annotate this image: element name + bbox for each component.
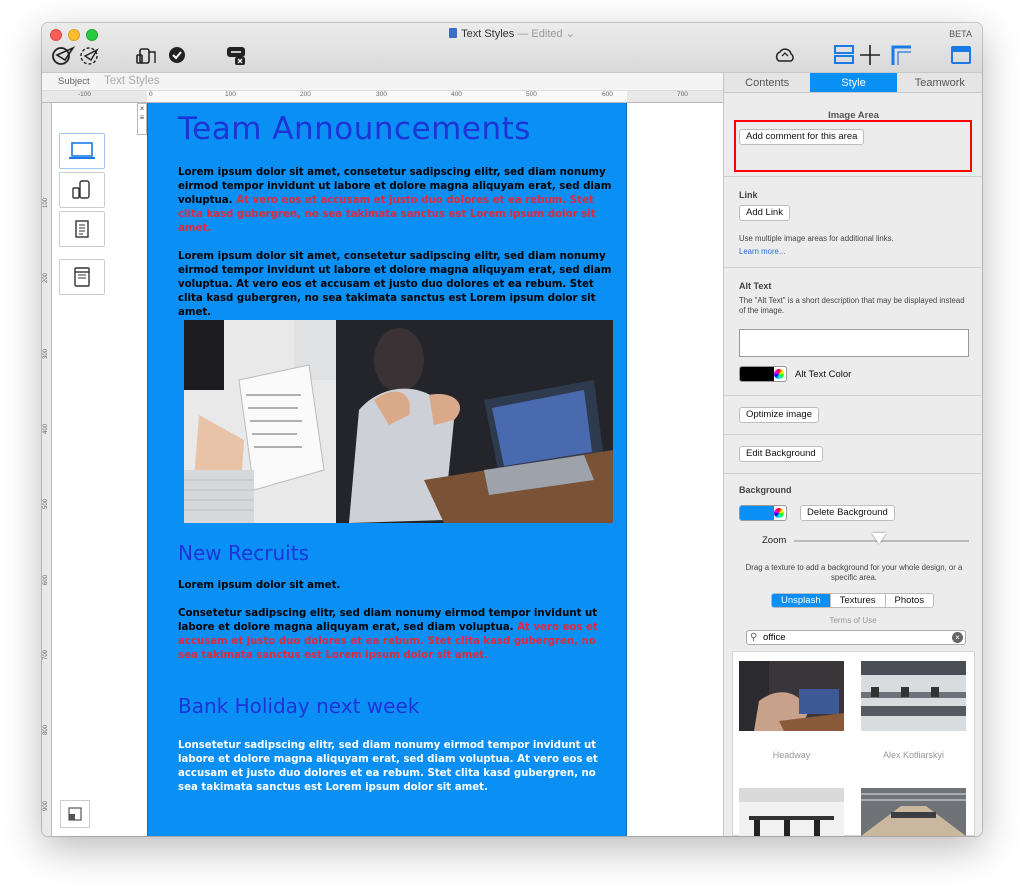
ruler-label: 900 [43,800,49,811]
ruler-label: 500 [526,91,537,98]
alt-text-input[interactable] [739,329,969,357]
ruler-label: 700 [677,91,688,98]
ruler-label: 100 [43,197,49,208]
horizontal-ruler[interactable]: -100 0 100 200 300 400 500 600 700 [42,91,723,103]
search-icon: ⚲ [750,632,758,643]
zoom-slider-thumb[interactable] [872,533,886,544]
color-wheel-icon [774,508,784,518]
ruler-label: 400 [43,423,49,434]
ruler-label: 300 [376,91,387,98]
layout-icon[interactable] [832,43,856,67]
tab-unsplash[interactable]: Unsplash [772,594,831,607]
tab-textures[interactable]: Textures [831,594,886,607]
sidebar-toggle-icon[interactable] [948,43,974,67]
inbox-view-button[interactable] [59,259,105,295]
ruler-label: 700 [43,649,49,660]
gallery-thumbnail[interactable] [739,788,844,836]
beta-badge: BETA [949,29,972,39]
collapse-panel-button[interactable] [60,800,90,828]
recruits-paragraph[interactable]: Consetetur sadipscing elitr, sed diam no… [178,607,618,663]
color-wheel-icon [774,369,784,379]
send-icon[interactable] [50,43,76,67]
window-title: Text Styles — Edited ⌄ [42,27,982,40]
text-view-button[interactable] [59,211,105,247]
tab-style[interactable]: Style [810,73,897,92]
mobile-view-button[interactable] [59,172,105,208]
gallery-thumbnail[interactable] [861,661,966,731]
alt-text-title: Alt Text [739,281,772,291]
photo-credit: Headway [772,750,811,760]
inspector-tabs: Contents Style Teamwork [724,73,982,93]
ruler-label: 100 [225,91,236,98]
preview-icon[interactable] [76,43,102,67]
link-title: Link [739,190,758,200]
tab-photos[interactable]: Photos [886,594,934,607]
gallery-thumbnail[interactable] [739,661,844,731]
recruits-intro[interactable]: Lorem ipsum dolor sit amet. [178,579,618,593]
alt-text-color-label: Alt Text Color [795,369,852,380]
alt-text-description: The "Alt Text" is a short description th… [739,296,965,315]
gallery-thumbnail[interactable] [861,788,966,836]
tab-contents[interactable]: Contents [724,73,810,92]
ruler-label: 800 [43,724,49,735]
link-note: Use multiple image areas for additional … [739,234,894,243]
check-icon[interactable] [166,43,188,67]
office-photo[interactable] [184,320,613,523]
page-heading[interactable]: Team Announcements [178,111,531,147]
cloud-sync-icon[interactable] [772,43,798,67]
highlight-box [734,120,972,172]
spam-check-icon[interactable] [224,43,250,67]
subject-bar: Subject Text Styles [42,73,723,91]
desktop-view-button[interactable] [59,133,105,169]
section-heading-holiday[interactable]: Bank Holiday next week [178,694,419,718]
optimize-image-button[interactable]: Optimize image [739,407,819,423]
source-selector: Unsplash Textures Photos [771,593,935,608]
ruler-label: 200 [43,272,49,283]
vertical-ruler[interactable]: 100 200 300 400 500 600 700 800 900 [42,103,52,836]
document-icon [449,28,458,38]
background-title: Background [739,485,792,495]
second-paragraph[interactable]: Lorem ipsum dolor sit amet, consetetur s… [178,250,618,320]
ruler-label: -100 [78,91,92,98]
titlebar: Text Styles — Edited ⌄ BETA [42,23,982,73]
learn-more-link[interactable]: Learn more... [739,247,785,256]
edit-background-button[interactable]: Edit Background [739,446,823,462]
add-link-button[interactable]: Add Link [739,205,790,221]
ruler-label: 0 [149,91,153,98]
ruler-label: 600 [43,574,49,585]
photo-credit: Alex Kotliarskyi [882,750,945,760]
email-canvas[interactable]: Team Announcements Lorem ipsum dolor sit… [147,103,627,836]
subject-label: Subject [58,76,90,87]
delete-background-button[interactable]: Delete Background [800,505,895,521]
texture-hint: Drag a texture to add a background for y… [745,563,963,582]
background-color-well[interactable] [739,505,787,521]
alt-text-color-well[interactable] [739,366,787,382]
texture-search-input[interactable]: ⚲ office × [746,630,966,645]
tab-teamwork[interactable]: Teamwork [897,73,982,92]
crosshair-icon[interactable] [858,43,882,67]
zoom-label: Zoom [762,535,787,546]
clear-search-icon[interactable]: × [952,632,963,643]
intro-paragraph[interactable]: Lorem ipsum dolor sit amet, consetetur s… [178,166,618,236]
subject-input[interactable]: Text Styles [104,75,160,87]
device-panel [52,103,147,836]
holiday-paragraph[interactable]: Lonsetetur sadipscing elitr, sed diam no… [178,739,618,795]
ruler-label: 600 [602,91,613,98]
block-handle[interactable]: × ≡ [137,103,147,135]
section-heading-recruits[interactable]: New Recruits [178,541,309,565]
ruler-label: 500 [43,498,49,509]
link-section: Link Add Link Use multiple image areas f… [724,177,982,268]
guides-icon[interactable] [888,43,914,67]
optimize-section: Optimize image [724,396,982,435]
terms-of-use-link[interactable]: Terms of Use [724,616,982,625]
texture-gallery: Headway Alex Kotliarskyi [732,651,975,836]
device-preview-icon[interactable] [134,43,162,67]
edit-background-section: Edit Background [724,435,982,474]
app-window: Text Styles — Edited ⌄ BETA Subject Text… [42,23,982,836]
ruler-label: 400 [451,91,462,98]
chevron-down-icon[interactable]: ⌄ [566,28,575,40]
ruler-label: 300 [43,348,49,359]
ruler-label: 200 [300,91,311,98]
inspector-sidebar: Contents Style Teamwork Image Area Add c… [723,73,982,836]
